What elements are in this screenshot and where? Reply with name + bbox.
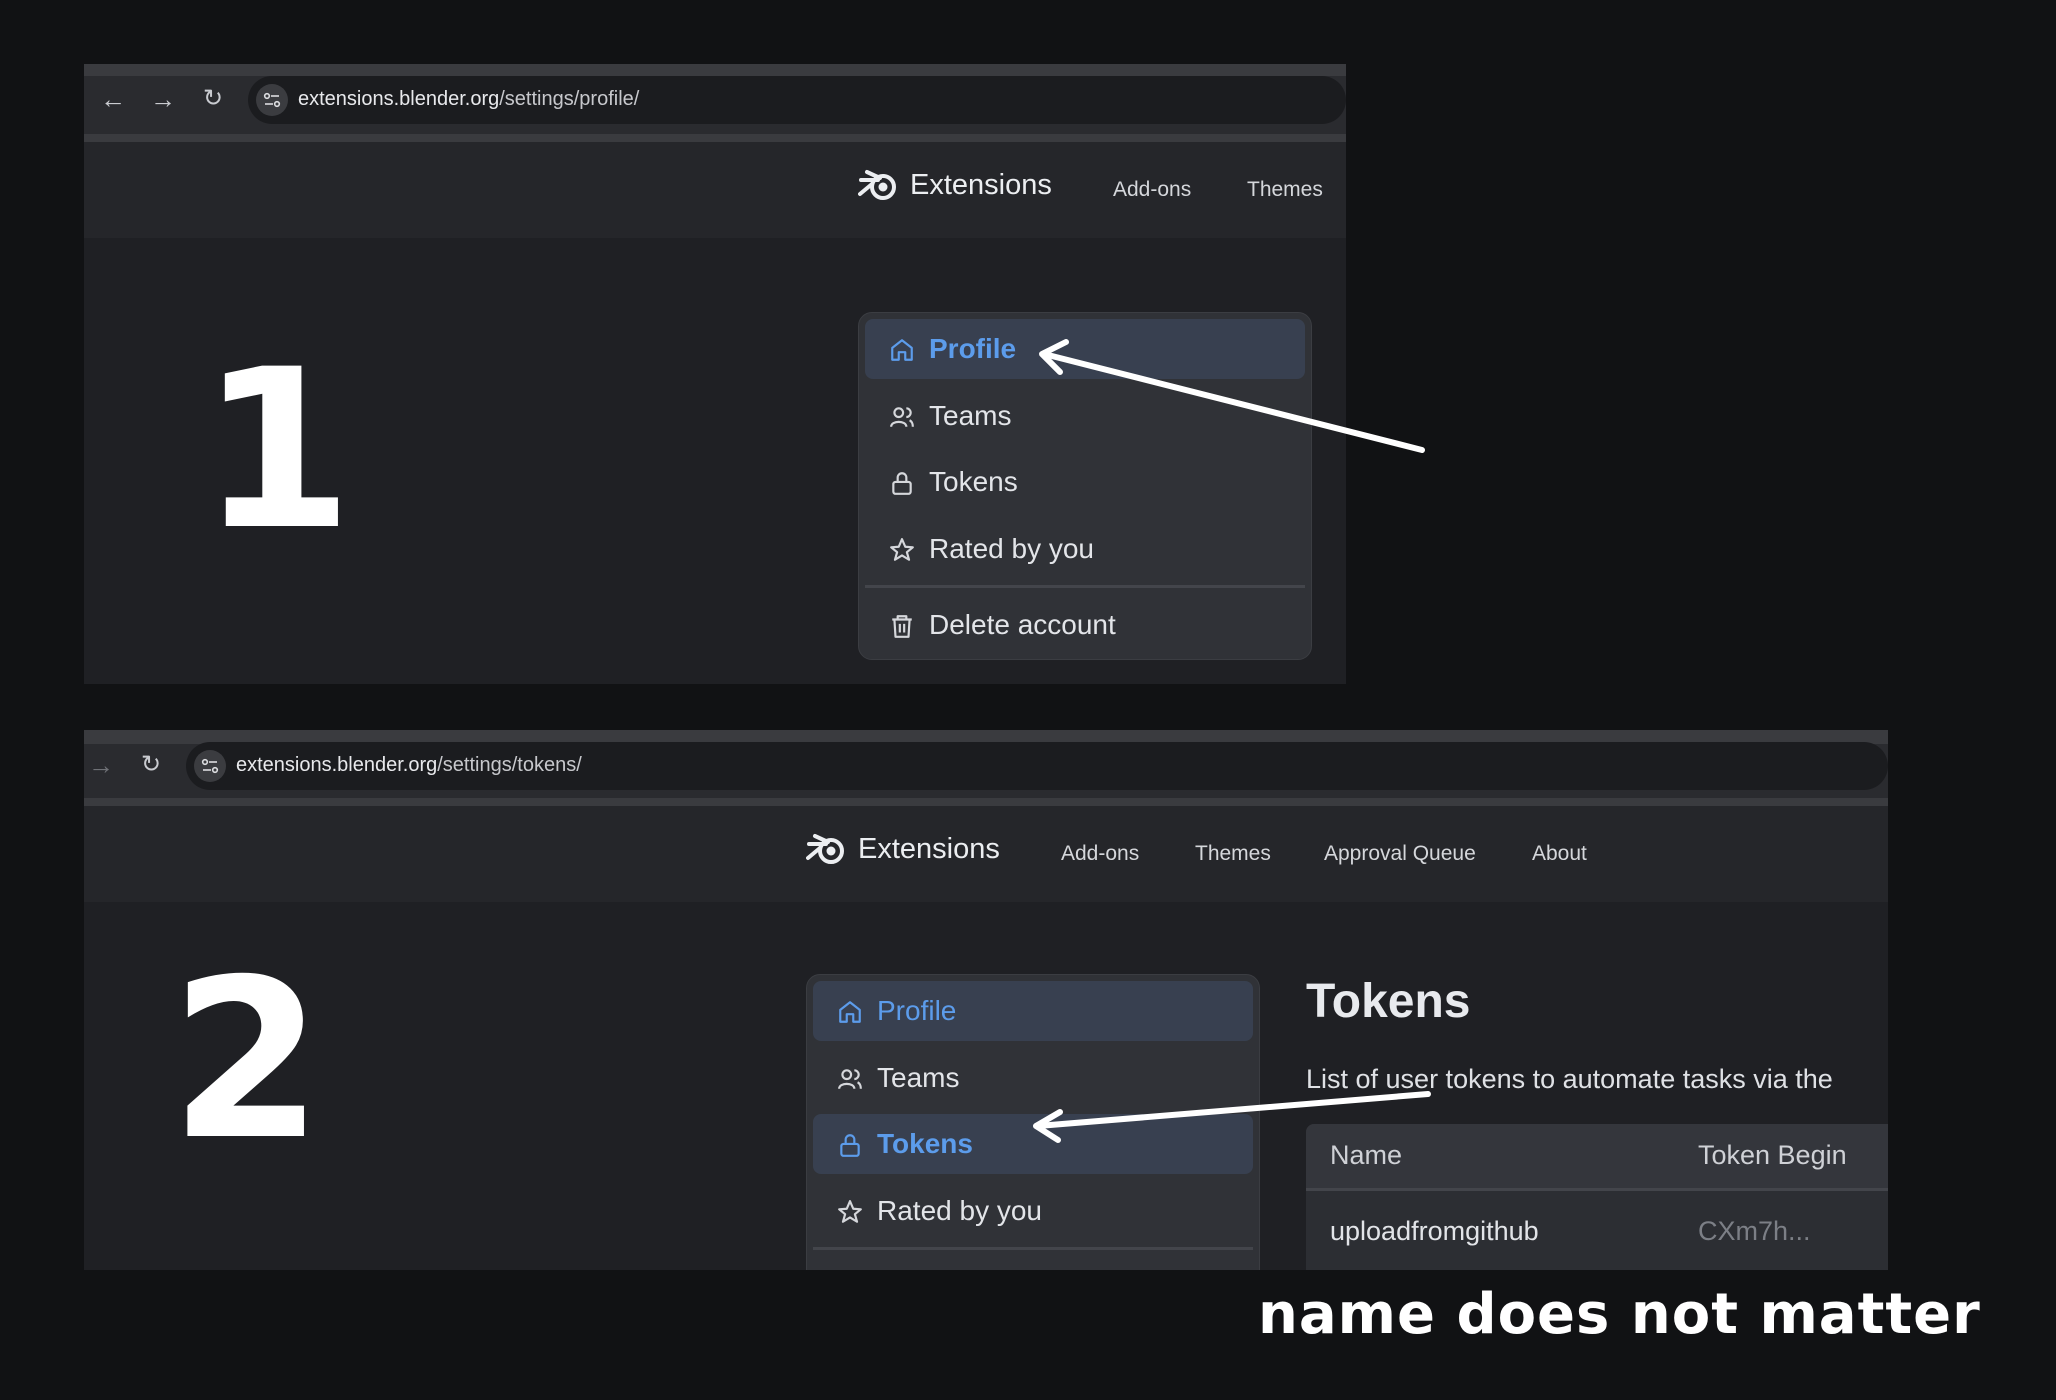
arrow-to-profile	[1039, 339, 1425, 453]
arrow-to-tokens	[1033, 1091, 1431, 1143]
annotation-note: name does not matter	[1258, 1282, 1981, 1347]
annotation-arrows	[1033, 339, 1431, 1143]
